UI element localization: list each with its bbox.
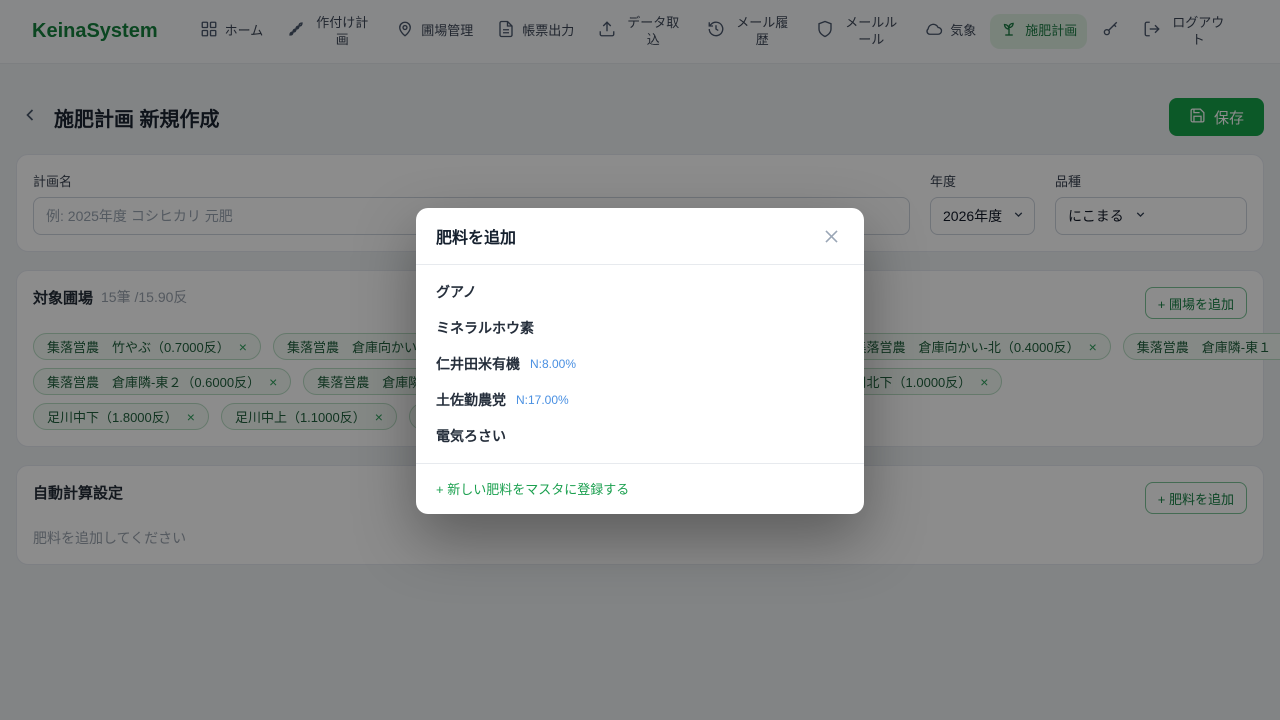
fertilizer-option[interactable]: グアノ — [416, 274, 864, 310]
modal-title: 肥料を追加 — [436, 224, 516, 248]
fertilizer-npk-detail: N:17.00% — [516, 393, 569, 407]
add-fertilizer-modal: 肥料を追加 グアノミネラルホウ素仁井田米有機 N:8.00% 土佐勤農党 N:17.0… — [416, 208, 864, 514]
fertilizer-name: 土佐勤農党 — [436, 390, 506, 410]
fertilizer-name: 仁井田米有機 — [436, 354, 520, 374]
fertilizer-npk-detail: N:8.00% — [530, 357, 576, 371]
fertilizer-option[interactable]: ミネラルホウ素 — [416, 310, 864, 346]
fertilizer-name: ミネラルホウ素 — [436, 318, 534, 338]
fertilizer-name: 電気ろさい — [436, 426, 506, 446]
fertilizer-option[interactable]: 仁井田米有機 N:8.00% — [416, 346, 864, 382]
close-icon[interactable] — [818, 223, 844, 249]
modal-footer: + 新しい肥料をマスタに登録する — [416, 463, 864, 514]
modal-header: 肥料を追加 — [416, 208, 864, 265]
fertilizer-option[interactable]: 土佐勤農党 N:17.00% — [416, 382, 864, 418]
app-root: KeinaSystem ホーム 作付け計画 圃場管理 帳票出力 データ取込 メー… — [0, 0, 1280, 720]
fertilizer-name: グアノ — [436, 282, 477, 302]
fertilizer-option[interactable]: 電気ろさい — [416, 418, 864, 454]
register-new-fertilizer-link[interactable]: + 新しい肥料をマスタに登録する — [436, 479, 629, 498]
fertilizer-option-list: グアノミネラルホウ素仁井田米有機 N:8.00% 土佐勤農党 N:17.00% 電気ろさ… — [416, 265, 864, 463]
